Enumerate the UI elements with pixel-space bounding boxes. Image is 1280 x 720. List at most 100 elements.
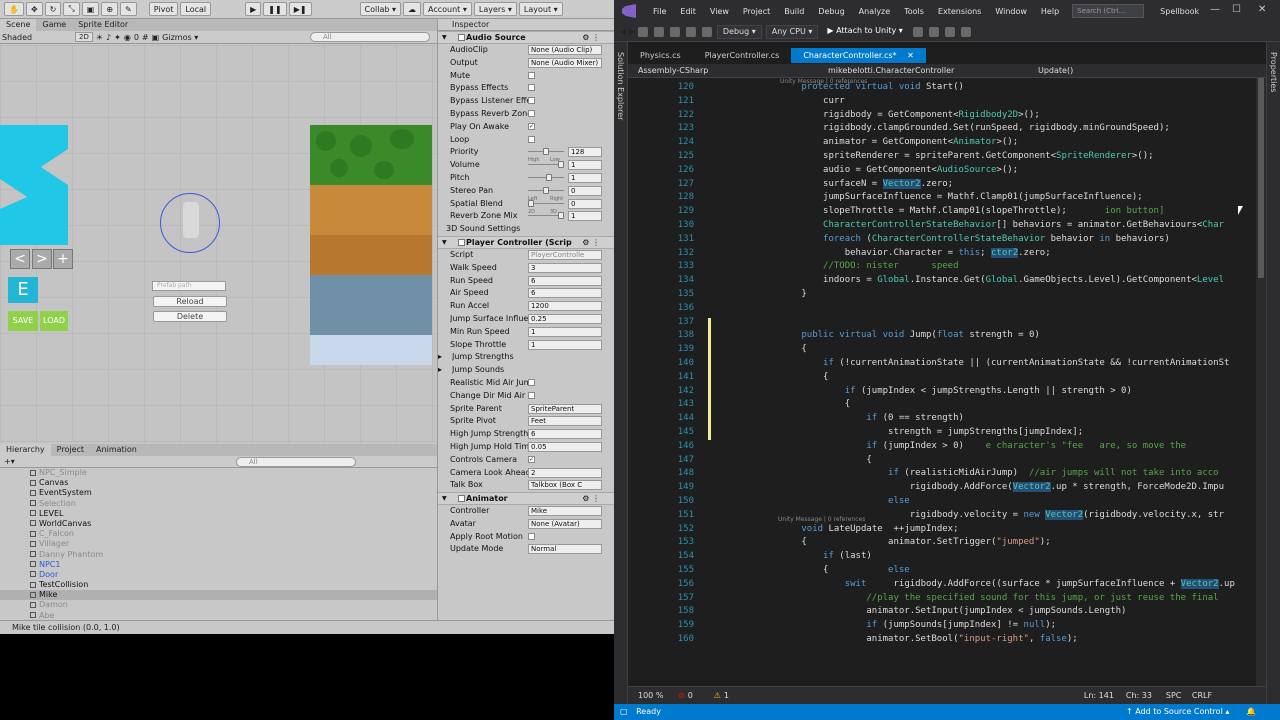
slider-value[interactable]: 0	[568, 185, 602, 196]
bookmark-icon[interactable]	[944, 26, 955, 37]
slider-track[interactable]	[528, 186, 564, 194]
hierarchy-item[interactable]: Damon	[0, 600, 437, 610]
code-line[interactable]: swit rigidbody.AddForce((surface * jumpS…	[758, 578, 1235, 589]
property-field[interactable]: 3	[528, 262, 602, 273]
property-checkbox[interactable]: ✓	[528, 122, 535, 130]
code-line[interactable]: if (!currentAnimationState || (currentAn…	[758, 358, 1229, 368]
close-window-icon[interactable]: ✕	[1258, 4, 1266, 15]
property-field[interactable]: 6	[528, 275, 602, 286]
property-checkbox[interactable]	[528, 378, 535, 386]
comment-icon[interactable]	[960, 26, 971, 37]
zoom-level[interactable]: 100 %	[638, 691, 678, 700]
foldout-arrow-icon[interactable]: ▼	[442, 493, 447, 504]
save-all-icon[interactable]	[669, 26, 680, 37]
slider-knob[interactable]	[558, 212, 564, 220]
slider-value[interactable]: 1	[568, 160, 602, 171]
class-dropdown[interactable]: mikebelotti.CharacterController	[828, 66, 1038, 75]
platform-dropdown[interactable]: Any CPU ▾	[765, 24, 819, 39]
property-checkbox[interactable]	[528, 109, 535, 117]
tab-project[interactable]: Project	[51, 444, 90, 456]
minimize-icon[interactable]: —	[1210, 4, 1220, 15]
property-field[interactable]: PlayerControlle	[528, 249, 602, 260]
prefab-path-input[interactable]: Prefab path	[152, 281, 226, 291]
code-line[interactable]: public virtual void Jump(float strength …	[758, 330, 1039, 340]
camera-icon[interactable]: ▣	[152, 33, 160, 42]
code-line[interactable]: spriteRenderer = spriteParent.GetCompone…	[758, 151, 1154, 161]
property-field[interactable]: 0.05	[528, 441, 602, 452]
local-toggle[interactable]: Local	[180, 2, 212, 16]
tab-sprite-editor[interactable]: Sprite Editor	[72, 19, 134, 31]
code-line[interactable]: if (jumpIndex > 0) e character's "fee ar…	[758, 441, 1186, 451]
code-line[interactable]: indoors = Global.Instance.Get(Global.Gam…	[758, 275, 1224, 285]
tab-physics[interactable]: Physics.cs	[628, 48, 693, 63]
property-field[interactable]: Feet	[528, 416, 602, 427]
code-line[interactable]: {	[758, 344, 806, 354]
property-checkbox[interactable]	[528, 97, 535, 105]
scene-search-input[interactable]: All	[310, 32, 430, 42]
slider-track[interactable]	[528, 148, 564, 156]
tab-hierarchy[interactable]: Hierarchy	[0, 444, 51, 456]
animator-header[interactable]: ▼ Animator ⚙ ⋮	[438, 492, 614, 506]
slider-knob[interactable]	[543, 148, 549, 156]
rect-tool-icon[interactable]: ▣	[81, 2, 100, 16]
slider-knob[interactable]	[558, 161, 564, 169]
shading-mode-dropdown[interactable]: Shaded	[2, 33, 72, 42]
hierarchy-item[interactable]: Door	[0, 570, 437, 580]
component-settings-icon[interactable]: ⚙ ⋮	[582, 237, 600, 248]
code-line[interactable]: slopeThrottle = Mathf.Clamp01(slopeThrot…	[758, 206, 1164, 216]
tab-scene[interactable]: Scene	[0, 19, 37, 31]
error-count[interactable]: 0	[688, 691, 714, 700]
slider-track[interactable]	[528, 199, 564, 207]
tab-animation[interactable]: Animation	[90, 444, 143, 456]
property-field[interactable]: Talkbox (Box C	[528, 480, 602, 491]
tab-player-controller[interactable]: PlayerController.cs	[693, 48, 792, 63]
hierarchy-item[interactable]: NPC1	[0, 560, 437, 570]
animator-enabled-checkbox[interactable]	[458, 495, 465, 503]
slider-track[interactable]	[528, 173, 564, 181]
hierarchy-item[interactable]: Abe	[0, 611, 437, 620]
member-dropdown[interactable]: Update()	[1038, 66, 1073, 75]
e-key-button[interactable]: E	[8, 277, 38, 303]
component-settings-icon[interactable]: ⚙ ⋮	[582, 493, 600, 504]
hierarchy-item[interactable]: Selection	[0, 499, 437, 509]
foldout-arrow-icon[interactable]: ▸	[438, 365, 442, 374]
menu-tools[interactable]: Tools	[897, 7, 931, 16]
codelens-lateupdate[interactable]: Unity Message | 0 references	[778, 516, 865, 523]
property-field[interactable]: Mike	[528, 506, 602, 517]
code-line[interactable]: CharacterControllerStateBehavior[] behav…	[758, 220, 1224, 230]
code-line[interactable]: surfaceN = Vector2.zero;	[758, 178, 953, 189]
save-button[interactable]: SAVE	[8, 311, 38, 331]
code-line[interactable]: animator.SetInput(jumpIndex < jumpSounds…	[758, 606, 1126, 616]
code-line[interactable]: if (0 == strength)	[758, 413, 964, 423]
lighting-icon[interactable]: ☀	[96, 33, 103, 42]
collab-button[interactable]: Collab ▾	[359, 2, 402, 16]
property-checkbox[interactable]	[528, 135, 535, 143]
code-line[interactable]: curr	[758, 96, 845, 106]
cloud-icon[interactable]: ☁	[403, 2, 422, 16]
hierarchy-item[interactable]: Danny Phantom	[0, 550, 437, 560]
slider-track[interactable]	[528, 212, 564, 220]
grid-icon[interactable]: #	[142, 33, 149, 42]
layout-dropdown[interactable]: Layout ▾	[518, 2, 563, 16]
foldout-arrow-icon[interactable]: ▼	[442, 237, 447, 248]
property-field[interactable]: 2	[528, 467, 602, 478]
foldout-arrow-icon[interactable]: ▼	[442, 32, 447, 43]
tab-character-controller[interactable]: CharacterController.cs* ✕	[791, 48, 926, 63]
hierarchy-item[interactable]: Canvas	[0, 478, 437, 488]
property-checkbox[interactable]: ✓	[528, 455, 535, 463]
back-icon[interactable]: ◀ ▶	[620, 27, 635, 36]
code-line[interactable]: animator = GetComponent<Animator>();	[758, 137, 1018, 147]
redo-icon[interactable]	[701, 26, 712, 37]
project-dropdown[interactable]: Assembly-CSharp	[638, 66, 828, 75]
properties-tab[interactable]: Properties	[1269, 52, 1278, 92]
error-icon[interactable]: ⊘	[678, 691, 685, 700]
code-line[interactable]: //TODO: nister speed	[758, 261, 958, 271]
debug-tool-icon[interactable]	[912, 26, 923, 37]
property-field[interactable]: None (Audio Clip)	[528, 45, 602, 55]
pause-button[interactable]: ❚❚	[263, 2, 287, 16]
scene-view[interactable]: < > + E SAVE LOAD Prefab path Reload Del…	[0, 45, 437, 443]
line-number[interactable]: Ln: 141	[1084, 691, 1126, 700]
scrollbar-thumb[interactable]	[1258, 78, 1264, 278]
pivot-toggle[interactable]: Pivot	[148, 2, 179, 16]
new-item-icon[interactable]	[637, 26, 648, 37]
